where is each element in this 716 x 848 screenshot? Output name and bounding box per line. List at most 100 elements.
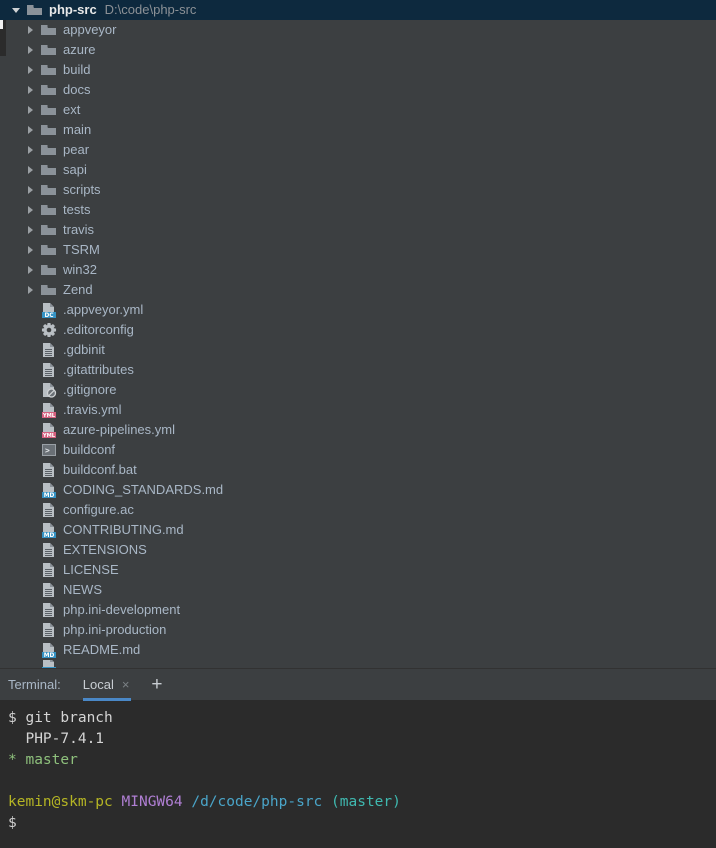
gear-icon <box>40 322 58 338</box>
tree-row-label: .editorconfig <box>63 322 134 337</box>
tree-row-label: .appveyor.yml <box>63 302 144 317</box>
tree-row-label: build <box>63 62 91 77</box>
folder-icon <box>40 122 58 138</box>
chevron-right-icon[interactable] <box>20 145 40 155</box>
close-icon[interactable]: × <box>122 678 130 691</box>
tree-row-file[interactable]: .gitattributes <box>0 360 716 380</box>
tree-row-folder[interactable]: tests <box>0 200 716 220</box>
tree-row-file[interactable]: .gdbinit <box>0 340 716 360</box>
tree-row-label: azure-pipelines.yml <box>63 422 175 437</box>
tree-row-label: LICENSE <box>63 562 119 577</box>
chevron-right-icon[interactable] <box>20 45 40 55</box>
tree-row-file[interactable]: configure.ac <box>0 500 716 520</box>
terminal-segment: PHP-7.4.1 <box>8 731 105 747</box>
chevron-right-icon[interactable] <box>20 205 40 215</box>
terminal-line: kemin@skm-pc MINGW64 /d/code/php-src (ma… <box>8 792 716 813</box>
chevron-right-icon[interactable] <box>20 85 40 95</box>
terminal-tab-local[interactable]: Local × <box>79 669 136 701</box>
tree-row-file[interactable]: > buildconf <box>0 440 716 460</box>
folder-icon <box>40 222 58 238</box>
chevron-right-icon[interactable] <box>20 25 40 35</box>
tree-row-file[interactable]: NEWS <box>0 580 716 600</box>
tree-row-root[interactable]: php-src D:\code\php-src <box>0 0 716 20</box>
terminal-segment: $ <box>8 815 17 831</box>
folder-icon <box>40 82 58 98</box>
tree-row-file[interactable]: buildconf.bat <box>0 460 716 480</box>
tree-row-label: pear <box>63 142 90 157</box>
tree-row-label: docs <box>63 82 91 97</box>
tree-row-folder[interactable]: travis <box>0 220 716 240</box>
terminal-tab-bar: Terminal: Local × + <box>0 668 716 701</box>
tree-row-label: buildconf <box>63 442 116 457</box>
tree-row-file[interactable]: LICENSE <box>0 560 716 580</box>
tree-row-label: .gdbinit <box>63 342 105 357</box>
add-terminal-tab-icon[interactable]: + <box>151 675 162 694</box>
chevron-right-icon[interactable] <box>20 105 40 115</box>
folder-icon <box>40 162 58 178</box>
chevron-right-icon[interactable] <box>20 245 40 255</box>
tree-row-folder[interactable]: appveyor <box>0 20 716 40</box>
tree-row-folder[interactable]: azure <box>0 40 716 60</box>
tree-row-label: CONTRIBUTING.md <box>63 522 184 537</box>
file-ignored-icon <box>40 382 58 398</box>
chevron-right-icon[interactable] <box>20 265 40 275</box>
folder-icon <box>40 142 58 158</box>
chevron-right-icon[interactable] <box>20 165 40 175</box>
tree-row-label: NEWS <box>63 582 102 597</box>
tree-row-file[interactable]: DC .appveyor.yml <box>0 300 716 320</box>
tree-row-file[interactable]: MD CONTRIBUTING.md <box>0 520 716 540</box>
file-text-icon <box>40 582 58 598</box>
terminal-output[interactable]: $ git branch PHP-7.4.1 * master kemin@skm-… <box>0 700 716 848</box>
tree-row-folder[interactable]: sapi <box>0 160 716 180</box>
file-badge-icon: MD <box>40 660 58 668</box>
file-text-icon <box>40 362 58 378</box>
tree-row-label: README.md <box>63 642 141 657</box>
chevron-right-icon[interactable] <box>20 285 40 295</box>
tree-row-file[interactable]: YML azure-pipelines.yml <box>0 420 716 440</box>
terminal-segment: git branch <box>25 710 113 726</box>
tree-row-folder[interactable]: build <box>0 60 716 80</box>
terminal-segment: /d/code/php-src <box>191 794 323 810</box>
tree-row-file[interactable]: .editorconfig <box>0 320 716 340</box>
tree-row-label: ext <box>63 102 81 117</box>
root-project-path: D:\code\php-src <box>104 2 197 17</box>
tree-row-file[interactable]: MD CODING_STANDARDS.md <box>0 480 716 500</box>
chevron-right-icon[interactable] <box>20 225 40 235</box>
terminal-line: * master <box>8 750 716 771</box>
tree-row-folder[interactable]: scripts <box>0 180 716 200</box>
terminal-tab-label: Local <box>82 677 114 692</box>
file-badge-icon: MD <box>40 642 58 658</box>
tree-row-label: appveyor <box>63 22 117 37</box>
tree-row-folder[interactable]: pear <box>0 140 716 160</box>
tree-row-folder[interactable]: ext <box>0 100 716 120</box>
chevron-right-icon[interactable] <box>20 125 40 135</box>
tree-row-folder[interactable]: win32 <box>0 260 716 280</box>
terminal-segment: (master) <box>331 794 401 810</box>
chevron-right-icon[interactable] <box>20 65 40 75</box>
tree-row-file[interactable]: YML .travis.yml <box>0 400 716 420</box>
tree-row-partial[interactable]: MD <box>0 660 716 668</box>
file-badge-icon: MD <box>40 522 58 538</box>
folder-icon <box>40 242 58 258</box>
tree-row-file[interactable]: php.ini-development <box>0 600 716 620</box>
tree-row-folder[interactable]: docs <box>0 80 716 100</box>
tree-row-file[interactable]: php.ini-production <box>0 620 716 640</box>
tree-row-file[interactable]: .gitignore <box>0 380 716 400</box>
tree-row-label: main <box>63 122 92 137</box>
tree-row-label: .travis.yml <box>63 402 122 417</box>
chevron-down-icon[interactable] <box>6 5 26 15</box>
svg-text:>: > <box>45 446 50 455</box>
terminal-segment <box>322 794 331 810</box>
tree-row-label: EXTENSIONS <box>63 542 147 557</box>
file-tree-list: php-src D:\code\php-src appveyor azure build… <box>0 0 716 668</box>
folder-icon <box>40 182 58 198</box>
svg-text:MD: MD <box>44 653 55 658</box>
tree-row-folder[interactable]: TSRM <box>0 240 716 260</box>
terminal-segment: MINGW64 <box>121 794 183 810</box>
tree-row-file[interactable]: MD README.md <box>0 640 716 660</box>
file-text-icon <box>40 622 58 638</box>
tree-row-file[interactable]: EXTENSIONS <box>0 540 716 560</box>
tree-row-folder[interactable]: main <box>0 120 716 140</box>
tree-row-folder[interactable]: Zend <box>0 280 716 300</box>
chevron-right-icon[interactable] <box>20 185 40 195</box>
